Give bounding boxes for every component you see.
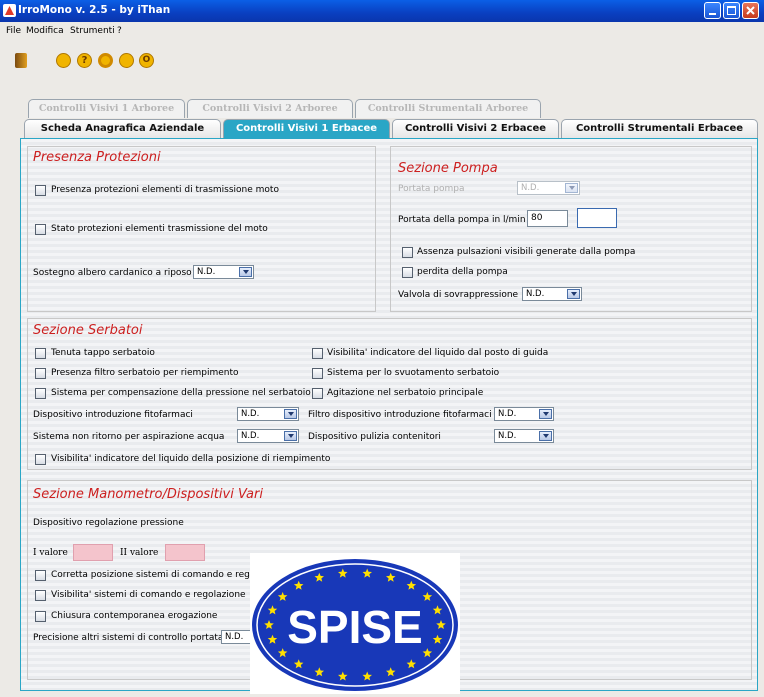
tab-controlli-visivi-2-arboree[interactable]: Controlli Visivi 2 Arboree	[187, 99, 353, 118]
label-assenza-pulsazioni: Assenza pulsazioni visibili generate dal…	[417, 247, 636, 257]
label-chiusura-erogazione: Chiusura contemporanea erogazione	[51, 611, 218, 621]
chevron-down-icon	[539, 409, 552, 419]
search-icon[interactable]	[56, 53, 71, 68]
select-value: N.D.	[197, 267, 216, 277]
presenza-protezioni-title: Presenza Protezioni	[33, 150, 161, 165]
select-value: N.D.	[241, 431, 260, 441]
input-ii-valore[interactable]	[165, 544, 205, 561]
input-i-valore[interactable]	[73, 544, 113, 561]
checkbox-chiusura-erogazione[interactable]	[35, 611, 46, 622]
tab-controlli-visivi-2-erbacee[interactable]: Controlli Visivi 2 Erbacee	[392, 119, 559, 138]
checkbox-presenza-protezioni[interactable]	[35, 185, 46, 196]
chevron-down-icon	[539, 431, 552, 441]
label-portata-pompa: Portata pompa	[398, 184, 465, 194]
select-pulizia[interactable]: N.D.	[494, 429, 554, 443]
checkbox-visibilita-indicatore-guida[interactable]	[312, 348, 323, 359]
checkbox-assenza-pulsazioni[interactable]	[402, 247, 413, 258]
chevron-down-icon	[284, 409, 297, 419]
label-filtro-disp: Filtro dispositivo introduzione fitofarm…	[308, 410, 492, 420]
chevron-down-icon	[239, 267, 252, 277]
close-button[interactable]	[742, 2, 759, 19]
window-title: IrroMono v. 2.5 - by iThan	[18, 4, 171, 16]
menu-file[interactable]: File	[6, 26, 21, 36]
help-icon[interactable]: ?	[77, 53, 92, 68]
spise-logo: SPISE	[250, 553, 460, 694]
label-presenza-filtro: Presenza filtro serbatoio per riempiment…	[51, 368, 239, 378]
select-non-ritorno[interactable]: N.D.	[237, 429, 299, 443]
sezione-pompa-title: Sezione Pompa	[398, 161, 498, 176]
checkbox-visibilita-sistemi[interactable]	[35, 590, 46, 601]
label-visibilita-sistemi: Visibilita' sistemi di comando e regolaz…	[51, 590, 246, 600]
chevron-down-icon	[565, 183, 578, 193]
label-sistema-compensazione: Sistema per compensazione della pression…	[51, 388, 311, 398]
sezione-manometro-title: Sezione Manometro/Dispositivi Vari	[33, 487, 263, 502]
select-sostegno-albero[interactable]: N.D.	[193, 265, 254, 279]
select-disp-introduzione[interactable]: N.D.	[237, 407, 299, 421]
label-visibilita-indicatore-guida: Visibilita' indicatore del liquido dal p…	[327, 348, 549, 358]
power-icon[interactable]: O	[139, 53, 154, 68]
label-visibilita-riempimento: Visibilita' indicatore del liquido della…	[51, 454, 331, 464]
checkbox-presenza-filtro[interactable]	[35, 368, 46, 379]
menu-modifica[interactable]: Modifica	[26, 26, 64, 36]
tab-controlli-visivi-1-erbacee[interactable]: Controlli Visivi 1 Erbacee	[223, 119, 390, 138]
select-portata-pompa[interactable]: N.D.	[517, 181, 580, 195]
logo-text: SPISE	[287, 601, 423, 653]
label-stato-protezioni: Stato protezioni elementi trasmissione d…	[51, 224, 268, 234]
chevron-down-icon	[567, 289, 580, 299]
select-value: N.D.	[241, 409, 260, 419]
select-value: N.D.	[526, 289, 545, 299]
menu-help[interactable]: ?	[117, 26, 122, 36]
tab-scheda-anagrafica-aziendale[interactable]: Scheda Anagrafica Aziendale	[24, 119, 221, 138]
select-value: N.D.	[498, 431, 517, 441]
select-valvola[interactable]: N.D.	[522, 287, 582, 301]
toolbar	[0, 44, 764, 74]
chevron-down-icon	[284, 431, 297, 441]
label-corretta-posizione: Corretta posizione sistemi di comando e …	[51, 570, 258, 580]
info-icon[interactable]	[119, 53, 134, 68]
select-value: N.D.	[521, 183, 540, 193]
label-tenuta-tappo: Tenuta tappo serbatoio	[51, 348, 155, 358]
select-value: N.D.	[225, 632, 244, 642]
tab-controlli-strumentali-erbacee[interactable]: Controlli Strumentali Erbacee	[561, 119, 758, 138]
label-agitazione: Agitazione nel serbatoio principale	[327, 388, 484, 398]
checkbox-svuotamento[interactable]	[312, 368, 323, 379]
label-regolazione-pressione: Dispositivo regolazione pressione	[33, 518, 184, 528]
label-pulizia: Dispositivo pulizia contenitori	[308, 432, 441, 442]
maximize-button[interactable]	[723, 2, 740, 19]
input-portata-lmin[interactable]: 80	[527, 210, 568, 227]
select-value: N.D.	[498, 409, 517, 419]
checkbox-agitazione[interactable]	[312, 388, 323, 399]
input-portata-lmin-2[interactable]	[577, 208, 617, 228]
label-valvola: Valvola di sovrappressione	[398, 290, 519, 300]
tab-controlli-strumentali-arboree[interactable]: Controlli Strumentali Arboree	[355, 99, 541, 118]
checkbox-corretta-posizione[interactable]	[35, 570, 46, 581]
sezione-serbatoi-title: Sezione Serbatoi	[33, 323, 143, 338]
label-sostegno-albero: Sostegno albero cardanico a riposo	[33, 268, 192, 278]
label-disp-introduzione: Dispositivo introduzione fitofarmaci	[33, 410, 193, 420]
label-portata-lmin: Portata della pompa in l/min	[398, 215, 526, 225]
checkbox-stato-protezioni[interactable]	[35, 224, 46, 235]
refresh-icon[interactable]	[98, 53, 113, 68]
checkbox-visibilita-riempimento[interactable]	[35, 454, 46, 465]
tab-controlli-visivi-1-arboree[interactable]: Controlli Visivi 1 Arboree	[28, 99, 185, 118]
label-ii-valore: II valore	[120, 548, 159, 558]
minimize-button[interactable]	[704, 2, 721, 19]
app-icon	[3, 4, 16, 17]
close-icon	[746, 6, 755, 15]
checkbox-perdita-pompa[interactable]	[402, 267, 413, 278]
label-presenza-protezioni: Presenza protezioni elementi di trasmiss…	[51, 185, 279, 195]
exit-icon[interactable]	[15, 53, 27, 68]
checkbox-sistema-compensazione[interactable]	[35, 388, 46, 399]
label-svuotamento: Sistema per lo svuotamento serbatoio	[327, 368, 500, 378]
menu-strumenti[interactable]: Strumenti	[70, 26, 115, 36]
checkbox-tenuta-tappo[interactable]	[35, 348, 46, 359]
label-precisione: Precisione altri sistemi di controllo po…	[33, 633, 224, 643]
label-perdita-pompa: perdita della pompa	[417, 267, 508, 277]
label-non-ritorno: Sistema non ritorno per aspirazione acqu…	[33, 432, 225, 442]
select-filtro-disp[interactable]: N.D.	[494, 407, 554, 421]
label-i-valore: I valore	[33, 548, 68, 558]
